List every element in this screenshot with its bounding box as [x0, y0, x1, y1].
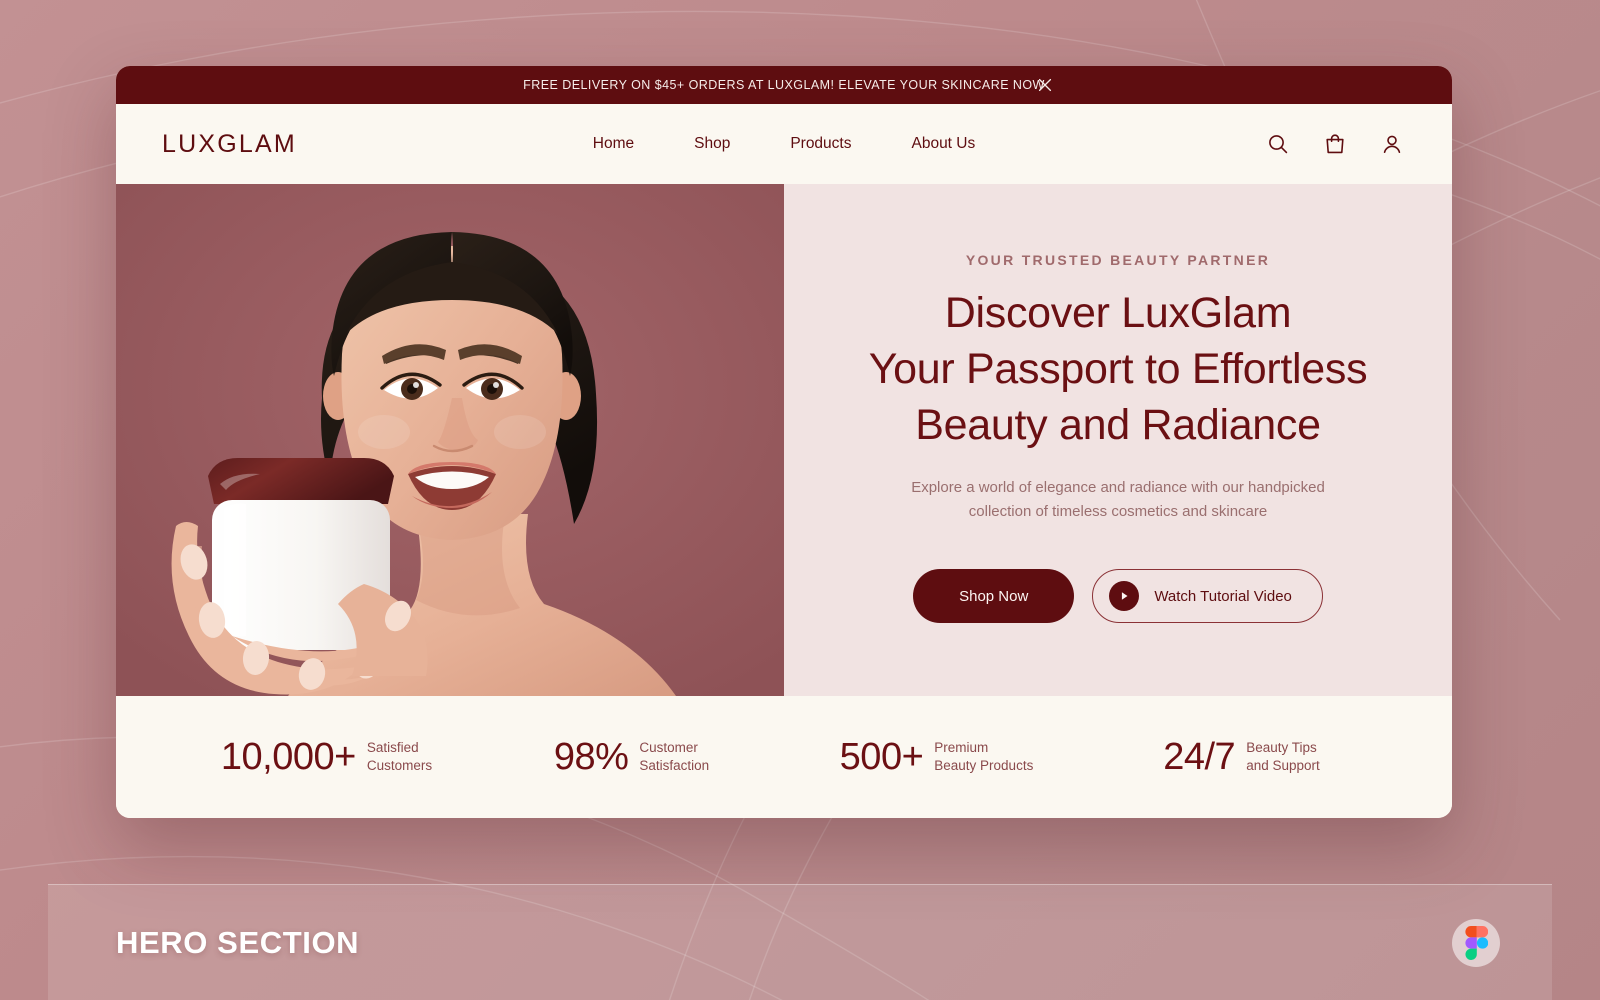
stat-label-line-2: Customers	[366, 758, 433, 773]
stat-value: 500+	[839, 735, 924, 778]
stat-item-satisfied-customers: 10,000+ Satisfied Customers	[174, 736, 479, 779]
brand-logo[interactable]: LUXGLAM	[162, 130, 297, 159]
stat-label: Satisfied Customers	[367, 739, 432, 775]
hero-title-line-3: Beauty and Radiance	[915, 400, 1321, 449]
hero-title-line-2: Your Passport to Effortless	[868, 344, 1368, 393]
play-icon	[1109, 581, 1140, 612]
nav-links: Home Shop Products About Us	[593, 135, 976, 153]
hero-subtitle-line-2: collection of timeless cosmetics and ski…	[968, 502, 1268, 520]
watch-tutorial-video-button[interactable]: Watch Tutorial Video	[1092, 569, 1323, 624]
stat-value: 10,000+	[220, 735, 356, 778]
watch-tutorial-video-label: Watch Tutorial Video	[1154, 587, 1292, 605]
caption-bar: HERO SECTION	[48, 884, 1552, 1000]
hero-subtitle-line-1: Explore a world of elegance and radiance…	[911, 478, 1325, 496]
hero-eyebrow: YOUR TRUSTED BEAUTY PARTNER	[965, 252, 1271, 268]
nav-item-about-us[interactable]: About Us	[911, 135, 975, 153]
caption-title: HERO SECTION	[116, 924, 360, 960]
close-icon[interactable]	[1036, 76, 1054, 94]
stat-label: Customer Satisfaction	[639, 739, 709, 775]
stat-item-beauty-tips-support: 24/7 Beauty Tips and Support	[1089, 736, 1394, 779]
website-mockup-card: FREE DELIVERY ON $45+ ORDERS AT LUXGLAM!…	[116, 66, 1452, 818]
stat-value: 24/7	[1163, 735, 1236, 778]
nav-item-products[interactable]: Products	[790, 135, 851, 153]
hero-section: YOUR TRUSTED BEAUTY PARTNER Discover Lux…	[116, 184, 1452, 696]
stat-item-customer-satisfaction: 98% Customer Satisfaction	[479, 736, 784, 779]
user-account-icon[interactable]	[1380, 132, 1404, 156]
stat-label-line-2: Satisfaction	[639, 758, 710, 773]
nav-item-home[interactable]: Home	[593, 135, 634, 153]
announcement-text: FREE DELIVERY ON $45+ ORDERS AT LUXGLAM!…	[523, 78, 1045, 92]
shop-now-button[interactable]: Shop Now	[913, 569, 1075, 624]
stat-value: 98%	[553, 735, 629, 778]
page-title: Discover LuxGlam Your Passport to Effort…	[869, 286, 1368, 454]
hero-subtitle: Explore a world of elegance and radiance…	[903, 476, 1333, 525]
nav-item-shop[interactable]: Shop	[694, 135, 730, 153]
stat-label: Premium Beauty Products	[934, 739, 1033, 775]
stat-label-line-1: Satisfied	[366, 740, 419, 756]
stat-item-premium-beauty-products: 500+ Premium Beauty Products	[784, 736, 1089, 779]
stat-label-line-1: Beauty Tips	[1246, 740, 1317, 756]
hero-cta-row: Shop Now Watch Tutorial Video	[913, 569, 1323, 624]
hero-copy-panel: YOUR TRUSTED BEAUTY PARTNER Discover Lux…	[784, 184, 1452, 696]
hero-title-line-1: Discover LuxGlam	[944, 289, 1292, 337]
stats-bar: 10,000+ Satisfied Customers 98% Customer…	[116, 696, 1452, 818]
figma-logo-icon[interactable]	[1452, 918, 1500, 967]
hero-model-illustration	[116, 184, 784, 696]
search-icon[interactable]	[1266, 132, 1290, 156]
stat-label-line-2: Beauty Products	[934, 758, 1034, 773]
stat-label-line-1: Customer	[639, 740, 698, 756]
stat-label-line-2: and Support	[1246, 758, 1320, 773]
hero-image-panel	[116, 184, 784, 696]
stat-label-line-1: Premium	[934, 740, 989, 756]
nav-icon-group	[1266, 132, 1404, 156]
main-navigation-bar: LUXGLAM Home Shop Products About Us	[116, 104, 1452, 184]
stat-label: Beauty Tips and Support	[1246, 739, 1320, 775]
announcement-bar: FREE DELIVERY ON $45+ ORDERS AT LUXGLAM!…	[116, 66, 1452, 104]
shopping-bag-icon[interactable]	[1323, 132, 1347, 156]
